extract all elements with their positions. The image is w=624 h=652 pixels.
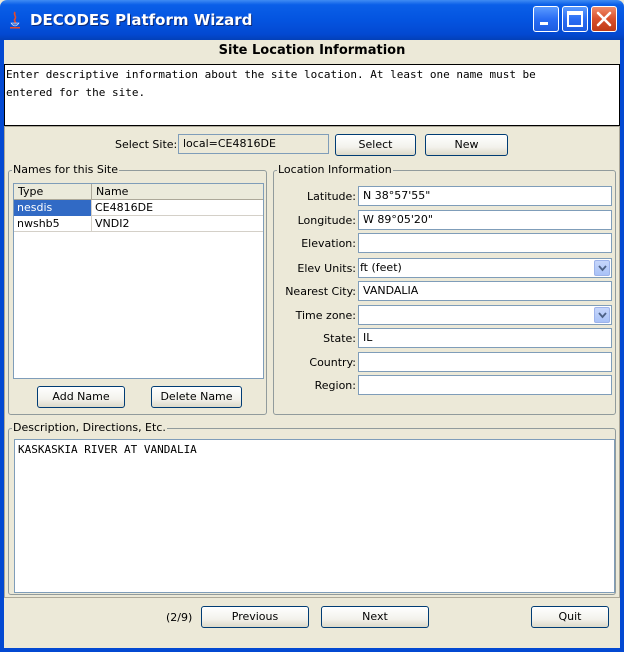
state-label: State: (323, 332, 356, 345)
time-zone-select[interactable] (358, 305, 612, 325)
longitude-field[interactable]: W 89°05'20" (358, 210, 612, 230)
page-indicator: (2/9) (166, 611, 193, 624)
row-type-cell: nesdis (14, 200, 92, 216)
instructions-text: Enter descriptive information about the … (4, 64, 620, 126)
chevron-down-icon (598, 312, 607, 319)
chevron-down-icon (598, 265, 607, 272)
names-group-title: Names for this Site (12, 163, 119, 176)
window-frame-bottom (0, 648, 624, 652)
select-site-field[interactable]: local=CE4816DE (178, 134, 329, 154)
names-table-header: Type Name (14, 184, 263, 200)
select-site-label: Select Site: (115, 138, 178, 151)
nearest-city-label: Nearest City: (285, 285, 356, 298)
elev-units-dropdown-button[interactable] (594, 260, 610, 276)
app-icon (10, 11, 20, 29)
table-row[interactable]: nesdis CE4816DE (14, 200, 263, 216)
delete-name-button[interactable]: Delete Name (151, 386, 242, 408)
maximize-icon (567, 11, 583, 27)
column-type-header[interactable]: Type (14, 184, 92, 200)
close-button[interactable] (591, 6, 617, 32)
region-label: Region: (314, 379, 356, 392)
latitude-label: Latitude: (307, 190, 356, 203)
main-panel: Select Site: local=CE4816DE Select New N… (4, 126, 620, 598)
close-icon (596, 11, 612, 27)
country-field[interactable] (358, 352, 612, 372)
time-zone-dropdown-button[interactable] (594, 307, 610, 323)
time-zone-label: Time zone: (295, 309, 356, 322)
maximize-button[interactable] (562, 6, 588, 32)
names-group: Names for this Site Type Name nesdis CE4… (8, 163, 267, 415)
minimize-icon (540, 22, 548, 25)
quit-button[interactable]: Quit (531, 606, 609, 628)
add-name-button[interactable]: Add Name (37, 386, 125, 408)
nearest-city-field[interactable]: VANDALIA (358, 281, 612, 301)
description-group-title: Description, Directions, Etc. (12, 421, 167, 434)
row-type-cell: nwshb5 (14, 216, 92, 232)
location-group: Location Information Latitude: N 38°57'5… (273, 163, 616, 415)
title-bar[interactable]: DECODES Platform Wizard (0, 0, 624, 40)
table-row[interactable]: nwshb5 VNDI2 (14, 216, 263, 232)
description-group: Description, Directions, Etc. KASKASKIA … (8, 421, 616, 595)
state-field[interactable]: IL (358, 328, 612, 348)
window-frame-right (620, 40, 624, 652)
elevation-label: Elevation: (301, 237, 356, 250)
window-title: DECODES Platform Wizard (30, 11, 253, 29)
elev-units-label: Elev Units: (297, 262, 356, 275)
region-field[interactable] (358, 375, 612, 395)
country-label: Country: (309, 356, 356, 369)
select-button[interactable]: Select (335, 134, 416, 156)
elev-units-select[interactable]: ft (feet) (358, 258, 612, 278)
elev-units-value: ft (feet) (360, 261, 402, 274)
row-name-cell: CE4816DE (95, 201, 154, 214)
minimize-button[interactable] (533, 6, 559, 32)
row-name-cell: VNDI2 (95, 217, 130, 230)
latitude-field[interactable]: N 38°57'55" (358, 186, 612, 206)
description-textarea[interactable]: KASKASKIA RIVER AT VANDALIA (14, 439, 615, 593)
names-table[interactable]: Type Name nesdis CE4816DE nwshb5 VNDI2 (13, 183, 264, 379)
next-button[interactable]: Next (321, 606, 429, 628)
new-button[interactable]: New (425, 134, 508, 156)
elevation-field[interactable] (358, 233, 612, 253)
column-name-header[interactable]: Name (92, 184, 263, 200)
page-title: Site Location Information (218, 43, 406, 58)
longitude-label: Longitude: (297, 214, 356, 227)
previous-button[interactable]: Previous (201, 606, 309, 628)
location-group-title: Location Information (277, 163, 393, 176)
